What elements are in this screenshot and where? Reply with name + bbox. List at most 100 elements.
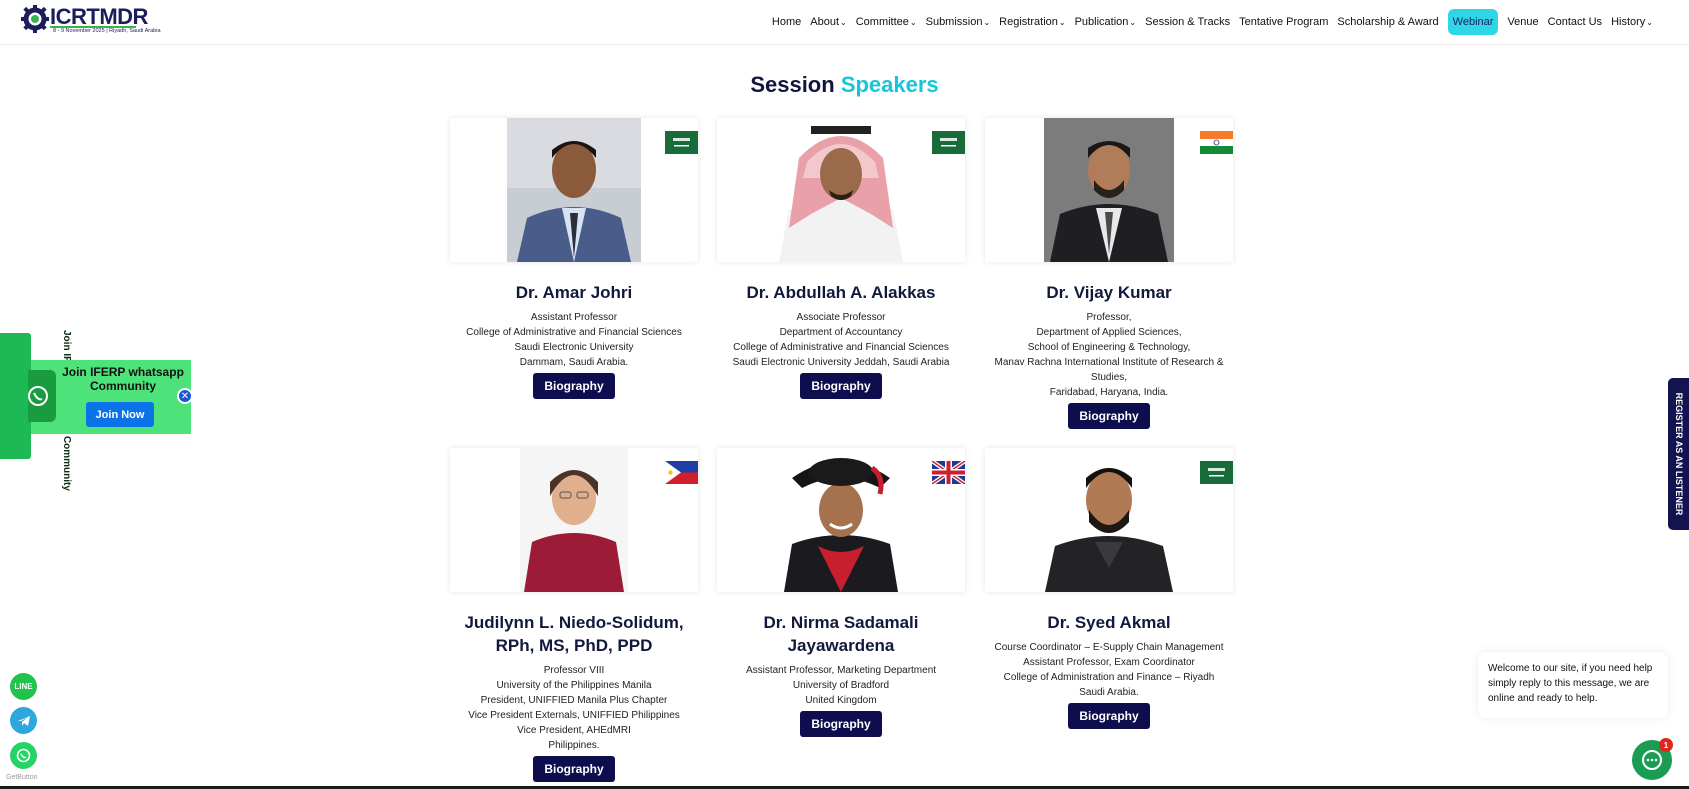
nav-label: Webinar [1452,16,1494,28]
speaker-details: Assistant Professor College of Administr… [450,310,698,370]
nav-publication[interactable]: Publication ⌄ [1075,9,1137,35]
speaker-name: Dr. Amar Johri [515,283,633,302]
whatsapp-community-popup: Join IFERP whatsapp Community Join Now [28,360,191,434]
detail-line: School of Engineering & Technology, [1027,342,1191,353]
speaker-photo-frame [985,448,1233,592]
nav-label: History [1611,16,1646,28]
whatsapp-community-side-tab[interactable]: Join IFERP Whatsapp Community [0,330,72,491]
speaker-name: Dr. Abdullah A. Alakkas [746,283,936,302]
speaker-photo-frame [450,118,698,262]
chevron-down-icon: ⌄ [1129,17,1137,27]
nav-committee[interactable]: Committee ⌄ [856,9,917,35]
speaker-photo [1037,448,1181,592]
nav-submission[interactable]: Submission ⌄ [926,9,991,35]
nav-registration[interactable]: Registration ⌄ [999,9,1065,35]
nav-label: Committee [855,16,909,28]
detail-line: Saudi Electronic University Jeddah, Saud… [732,357,950,368]
detail-line: Faridabad, Haryana, India. [1049,387,1169,398]
nav-home[interactable]: Home [772,9,801,35]
detail-line: United Kingdom [805,695,877,706]
site-header: ICRTMDR 8 - 9 November 2025 | Riyadh, Sa… [0,0,1689,45]
detail-line: Vice President, AHEdMRI [517,725,631,736]
biography-button[interactable]: Biography [1068,403,1150,429]
telegram-icon[interactable] [10,707,37,734]
nav-tentative-program[interactable]: Tentative Program [1239,9,1328,35]
nav-webinar[interactable]: Webinar [1447,9,1499,35]
close-icon[interactable]: ✕ [177,388,193,404]
line-icon[interactable]: LINE [10,673,37,700]
saudi-flag-icon [932,131,965,154]
nav-label: About [810,16,840,28]
philippines-flag-icon [665,461,698,484]
detail-line: Saudi Arabia. [1079,687,1139,698]
nav-history[interactable]: History ⌄ [1611,9,1653,35]
detail-line: Manav Rachna International Institute of … [994,357,1224,383]
biography-button[interactable]: Biography [1068,703,1150,729]
speaker-name: Dr. Vijay Kumar [1046,283,1172,302]
biography-button[interactable]: Biography [533,373,615,399]
speaker-name: Dr. Syed Akmal [1047,613,1171,632]
detail-line: University of Bradford [792,680,890,691]
title-main: Session [750,72,835,97]
nav-scholarship-award[interactable]: Scholarship & Award [1337,9,1438,35]
nav-venue[interactable]: Venue [1507,9,1538,35]
chevron-down-icon: ⌄ [1646,17,1653,27]
chevron-down-icon: ⌄ [983,17,991,27]
site-logo[interactable]: ICRTMDR 8 - 9 November 2025 | Riyadh, Sa… [20,3,161,39]
detail-line: Dammam, Saudi Arabia. [519,357,629,368]
nav-label: Session & Tracks [1145,16,1231,28]
speaker-photo [771,118,911,262]
nav-label: Home [771,16,802,28]
nav-label: Registration [999,16,1058,28]
join-now-button[interactable]: Join Now [86,402,154,427]
speaker-photo [780,448,902,592]
detail-line: Department of Applied Sciences, [1036,327,1182,338]
nav-label: Submission [925,16,983,28]
speaker-photo [1044,118,1174,262]
detail-line: Professor, [1086,312,1132,323]
detail-line: Assistant Professor, Exam Coordinator [1023,657,1195,668]
speaker-photo [520,448,628,592]
chevron-down-icon: ⌄ [840,17,847,27]
biography-button[interactable]: Biography [533,756,615,782]
nav-contact-us[interactable]: Contact Us [1548,9,1602,35]
chevron-down-icon: ⌄ [909,17,917,27]
uk-flag-icon [932,461,965,484]
biography-button[interactable]: Biography [800,373,882,399]
detail-line: President, UNIFFIED Manila Plus Chapter [480,695,668,706]
detail-line: University of the Philippines Manila [496,680,652,691]
popup-title: Join IFERP whatsapp Community [62,365,184,393]
detail-line: Associate Professor [796,312,886,323]
speaker-card: Dr. Abdullah A. Alakkas Associate Profes… [717,118,965,399]
speaker-card: Dr. Vijay Kumar Professor, Department of… [985,118,1233,429]
speaker-name: Judilynn L. Niedo-Solidum, RPh, MS, PhD,… [464,613,684,655]
getbutton-credit[interactable]: GetButton [6,774,38,781]
title-accent: Speakers [840,72,939,97]
detail-line: Saudi Electronic University [514,342,634,353]
whatsapp-icon [28,370,56,422]
biography-button[interactable]: Biography [800,711,882,737]
chevron-down-icon: ⌄ [1058,17,1066,27]
detail-line: Vice President Externals, UNIFFIED Phili… [468,710,680,721]
detail-line: Course Coordinator – E-Supply Chain Mana… [994,642,1224,653]
speaker-card: Judilynn L. Niedo-Solidum, RPh, MS, PhD,… [450,448,698,782]
speaker-photo [507,118,641,262]
nav-label: Publication [1074,16,1129,28]
speaker-details: Assistant Professor, Marketing Departmen… [717,663,965,708]
speaker-card: Dr. Syed Akmal Course Coordinator – E-Su… [985,448,1233,729]
nav-label: Scholarship & Award [1337,16,1439,28]
nav-session-tracks[interactable]: Session & Tracks [1145,9,1230,35]
speaker-card: Dr. Nirma Sadamali Jayawardena Assistant… [717,448,965,737]
register-listener-tab[interactable]: REGISTER AS AN LISTENER [1668,378,1689,530]
nav-label: Tentative Program [1239,16,1329,28]
speaker-photo-frame [717,118,965,262]
detail-line: Professor VIII [543,665,605,676]
detail-line: Assistant Professor, Marketing Departmen… [745,665,937,676]
whatsapp-icon[interactable] [10,742,37,769]
chat-notification-badge: 1 [1659,738,1673,752]
speaker-details: Professor, Department of Applied Science… [985,310,1233,400]
speaker-details: Course Coordinator – E-Supply Chain Mana… [985,640,1233,700]
india-flag-icon [1200,131,1233,154]
nav-label: Contact Us [1547,16,1603,28]
nav-about[interactable]: About ⌄ [810,9,846,35]
